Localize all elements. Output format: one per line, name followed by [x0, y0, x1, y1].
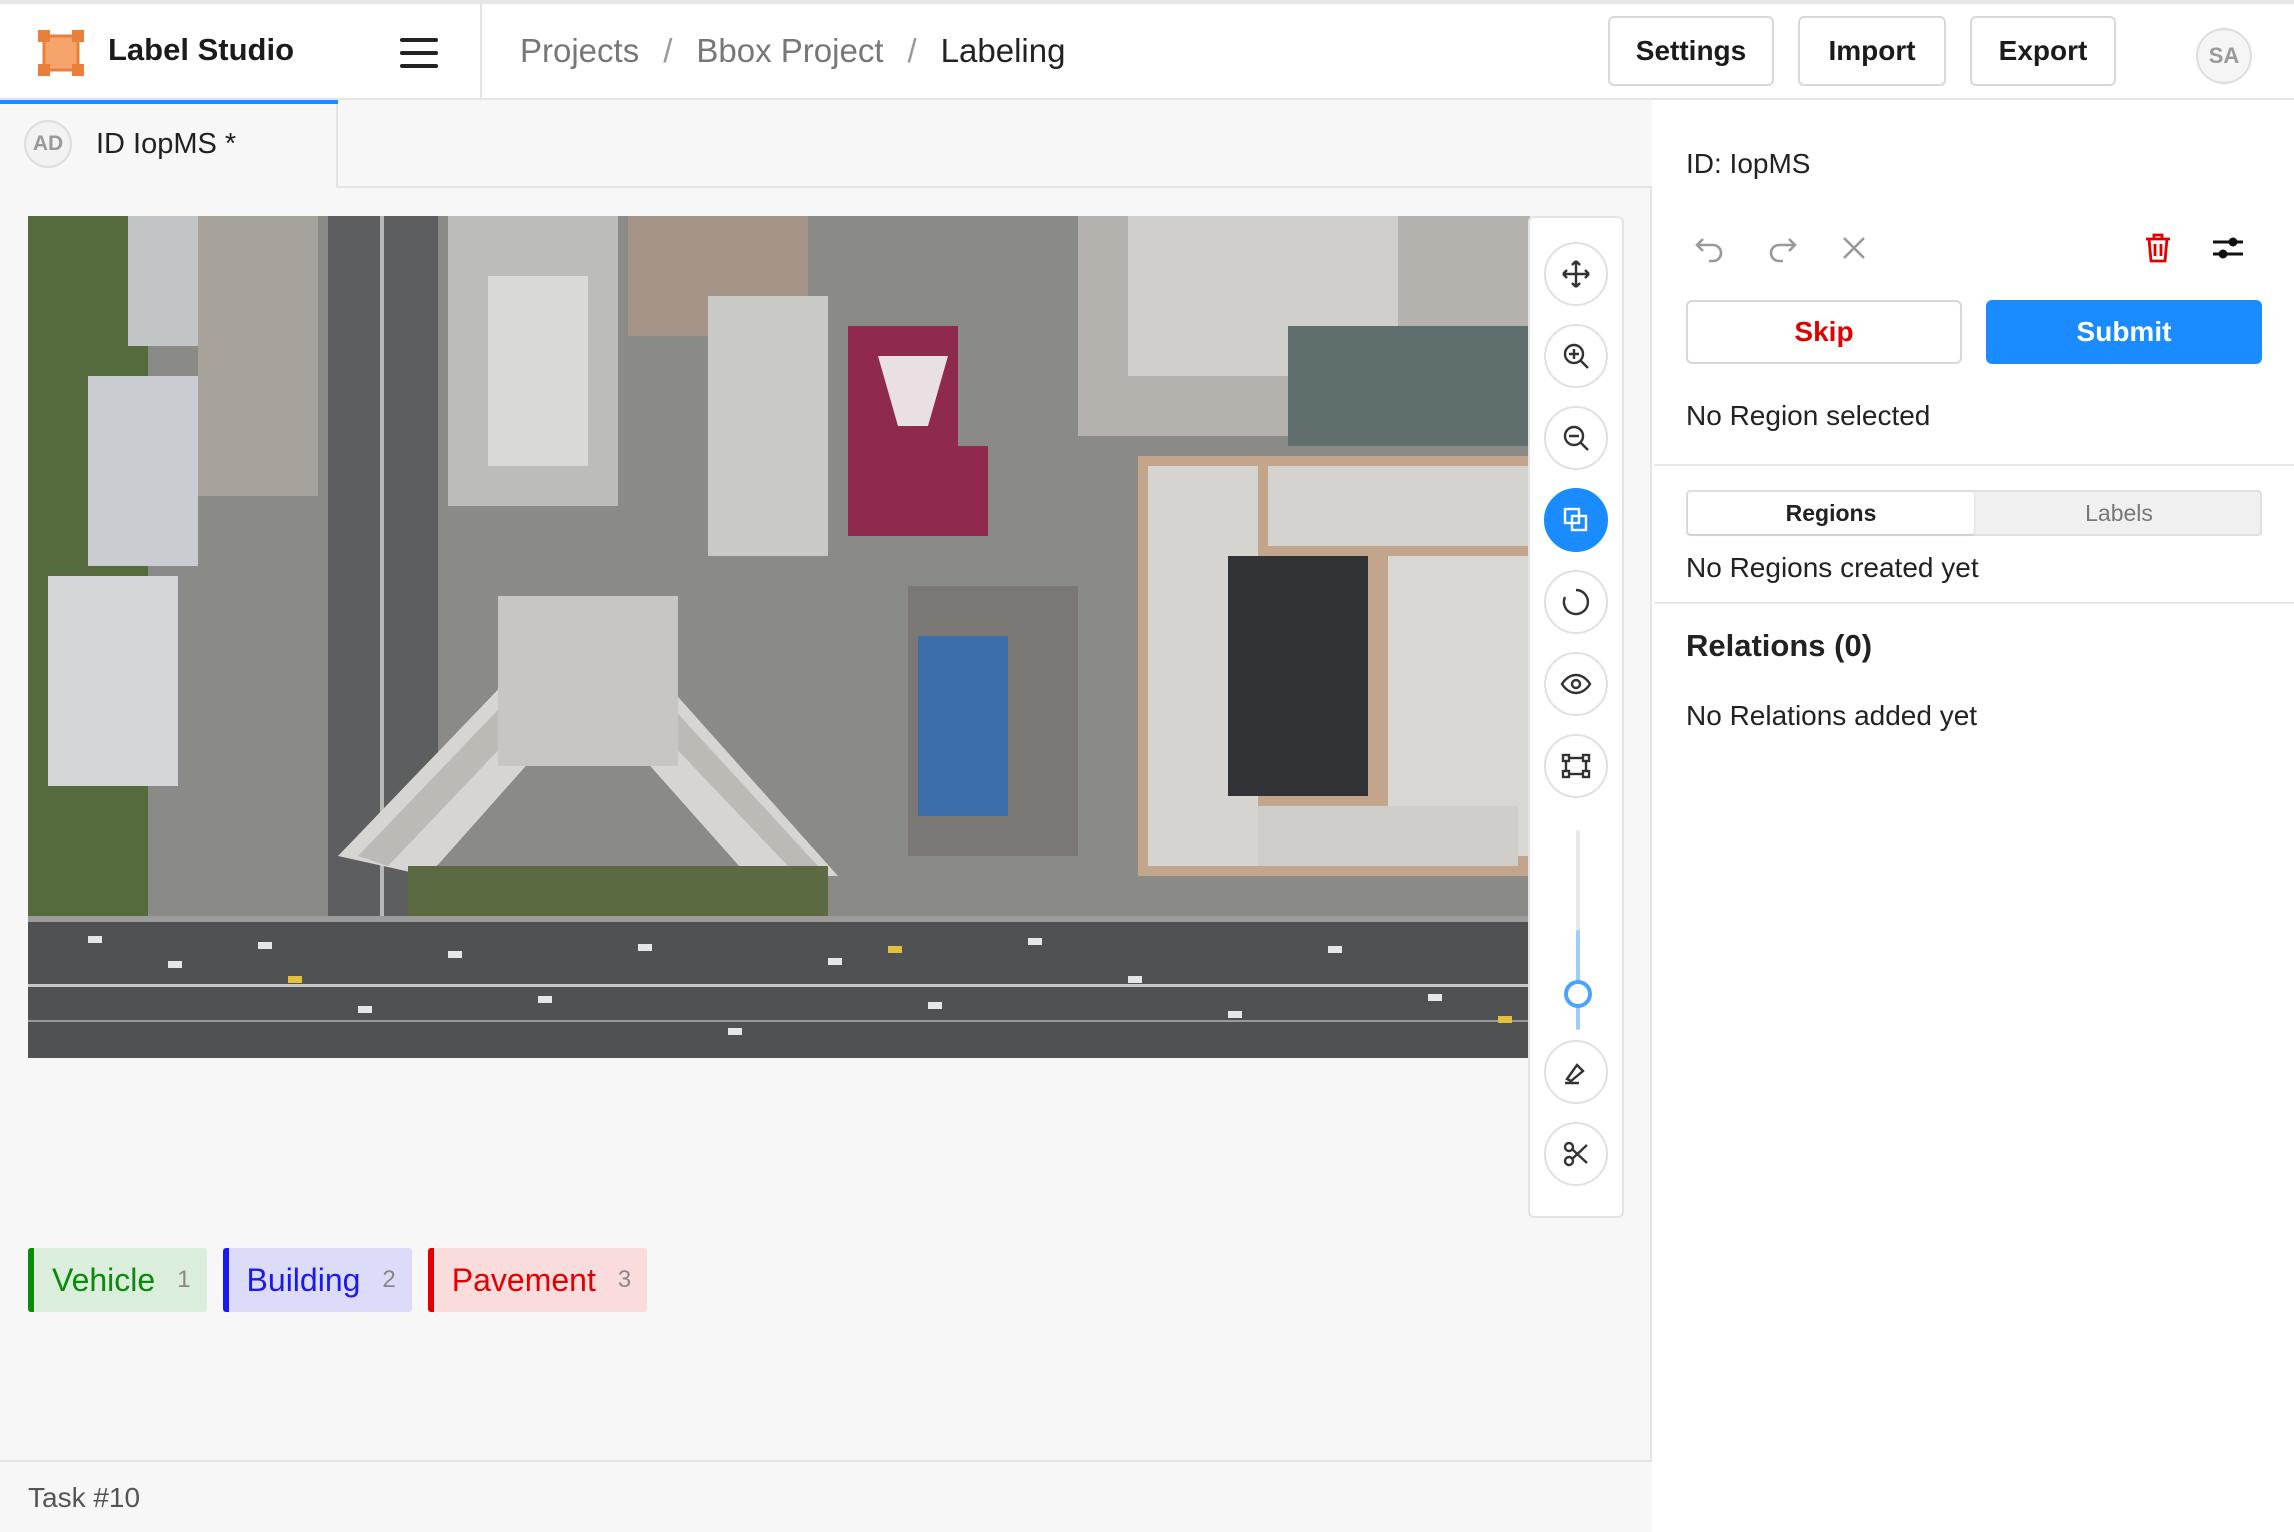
task-number: Task #10 [28, 1482, 141, 1513]
task-tab-bar: AD ID IopMS * [0, 100, 1652, 188]
tab-labels[interactable]: Labels [1976, 492, 2262, 534]
label-hotkey: 2 [382, 1266, 396, 1293]
relations-empty-text: No Relations added yet [1686, 700, 1978, 731]
zoom-out-icon[interactable] [1544, 406, 1608, 470]
label-studio-logo-icon[interactable] [38, 30, 84, 76]
settings-sliders-icon[interactable] [2204, 224, 2252, 272]
breadcrumb-current: Labeling [940, 32, 1066, 69]
breadcrumb-separator: / [907, 32, 917, 69]
region-selection-status: No Region selected [1686, 400, 1931, 431]
aerial-city-image[interactable] [28, 216, 1530, 1058]
label-name: Pavement [451, 1261, 596, 1298]
task-footer: Task #10 [0, 1460, 1652, 1532]
annotator-avatar: AD [24, 120, 72, 168]
submit-button[interactable]: Submit [1986, 300, 2262, 364]
redo-icon[interactable] [1758, 224, 1806, 272]
user-avatar[interactable]: SA [2196, 28, 2252, 84]
reset-icon[interactable] [1830, 224, 1878, 272]
app-title[interactable]: Label Studio [108, 32, 294, 68]
export-button[interactable]: Export [1970, 16, 2116, 86]
eye-icon[interactable] [1544, 652, 1608, 716]
regions-labels-toggle: Regions Labels [1686, 490, 2262, 536]
label-hotkey: 3 [617, 1266, 632, 1293]
active-tab-indicator [0, 100, 338, 104]
breadcrumb-projects[interactable]: Projects [520, 32, 639, 70]
label-name: Vehicle [52, 1261, 156, 1298]
annotation-id: ID: IopMS [1686, 148, 1811, 179]
label-list: Vehicle 1 Building 2 Pavement 3 [28, 1248, 648, 1312]
delete-icon[interactable] [2134, 224, 2182, 272]
label-studio-app: Label Studio Projects / Bbox Project / L… [0, 0, 2294, 1532]
task-tab-label: ID IopMS * [96, 128, 237, 160]
relations-title: Relations (0) [1686, 628, 1873, 663]
import-button[interactable]: Import [1798, 16, 1946, 86]
zoom-slider-knob[interactable] [1564, 980, 1592, 1008]
label-building[interactable]: Building 2 [222, 1248, 412, 1312]
label-vehicle[interactable]: Vehicle 1 [28, 1248, 207, 1312]
undo-icon[interactable] [1686, 224, 1734, 272]
panel-divider [1654, 464, 2294, 466]
task-tab[interactable]: AD ID IopMS * [0, 100, 338, 188]
settings-button[interactable]: Settings [1608, 16, 1774, 86]
brush-icon[interactable] [1544, 1040, 1608, 1104]
tab-regions[interactable]: Regions [1688, 492, 1974, 534]
breadcrumb: Projects / Bbox Project / Labeling [520, 32, 1065, 70]
hamburger-menu-icon[interactable] [400, 38, 438, 68]
panel-divider [1654, 602, 2294, 604]
breadcrumb-project[interactable]: Bbox Project [696, 32, 883, 70]
regions-empty-text: No Regions created yet [1686, 552, 1979, 583]
label-pavement[interactable]: Pavement 3 [427, 1248, 648, 1312]
zoom-in-icon[interactable] [1544, 324, 1608, 388]
move-icon[interactable] [1544, 242, 1608, 306]
breadcrumb-separator: / [663, 32, 673, 69]
scissors-icon[interactable] [1544, 1122, 1608, 1186]
label-hotkey: 1 [177, 1266, 191, 1293]
skip-button[interactable]: Skip [1686, 300, 1962, 364]
header-divider [480, 4, 482, 100]
image-toolbar [1528, 216, 1624, 1218]
labeling-area: AD ID IopMS * Vehicle 1 Building 2 Pavem… [0, 100, 1652, 1532]
label-name: Building [246, 1261, 361, 1298]
rectangle-select-icon[interactable] [1544, 488, 1608, 552]
app-header: Label Studio Projects / Bbox Project / L… [0, 4, 2294, 100]
rotate-icon[interactable] [1544, 570, 1608, 634]
side-panel: ID: IopMS Skip Submit No Region selected… [1654, 100, 2294, 1532]
fit-image-icon[interactable] [1544, 734, 1608, 798]
